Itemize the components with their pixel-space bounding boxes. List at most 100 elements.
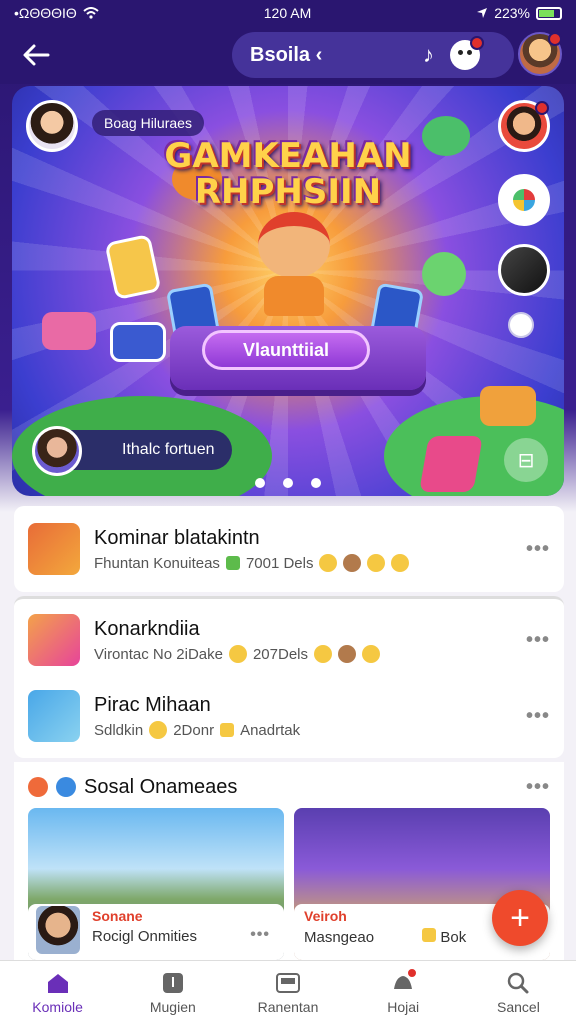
side-avatar-1[interactable]: [498, 100, 550, 152]
emoji-icon: [367, 554, 386, 572]
more-icon[interactable]: •••: [526, 538, 550, 561]
clock-text: 120 AM: [263, 5, 312, 21]
nav-item-notifications[interactable]: Hojai: [346, 961, 461, 1024]
carousel-dot-3[interactable]: [311, 478, 321, 488]
add-button[interactable]: +: [492, 890, 548, 946]
music-note-icon[interactable]: ♪: [423, 42, 434, 68]
item-sub-b: 207Dels: [252, 645, 309, 663]
nav-label: Mugien: [149, 998, 196, 1015]
list-item[interactable]: Konarkndiia Virontac No 2iDake 207Dels •…: [28, 611, 550, 669]
location-arrow-icon: [477, 8, 488, 18]
social-section: Sosal Onameaes ••• Sonane Rocigl Onmitie…: [14, 762, 564, 962]
banner-title-line2: RHPHSIIN: [194, 172, 382, 212]
deco-creature: [422, 252, 466, 296]
nav-item-gallery[interactable]: Ranentan: [230, 961, 345, 1024]
emoji-icon: [319, 554, 338, 572]
expand-icon: ⊟: [517, 449, 535, 472]
top-bar: Bsoila ‹ ♪: [0, 26, 576, 84]
gift-icon: [422, 928, 437, 942]
tile-subtitle: Rocigl Onmities: [92, 928, 198, 945]
nav-label: Hojai: [387, 998, 420, 1015]
tag-icon: [225, 556, 240, 570]
home-icon: [47, 973, 68, 993]
emoji-icon: [338, 645, 357, 663]
profile-badge: [548, 32, 562, 46]
item-title: Pirac Mihaan: [94, 694, 211, 716]
item-avatar: [28, 523, 80, 575]
deco-cake: [42, 312, 96, 350]
social-tile-1[interactable]: Sonane Rocigl Onmities •••: [28, 808, 284, 960]
mascot-head: [258, 212, 330, 278]
bottom-nav: Komiole Mugien Ranentan Hojai Sancel: [0, 960, 576, 1024]
search-icon: [508, 972, 529, 993]
item-sub-a: Sdldkin: [94, 721, 144, 739]
side-avatar-4[interactable]: [508, 312, 534, 338]
item-sub-a: Fhuntan Konuiteas: [94, 554, 220, 572]
nav-item-home[interactable]: Komiole: [0, 961, 115, 1024]
emoji-icon: [391, 554, 410, 572]
feed-card-2: Konarkndiia Virontac No 2iDake 207Dels •…: [14, 596, 564, 758]
item-sub-a: Virontac No 2iDake: [94, 645, 223, 663]
nav-label: Ranentan: [257, 998, 319, 1015]
more-icon[interactable]: •••: [526, 776, 550, 799]
side-avatar-3[interactable]: [498, 244, 550, 296]
list-item[interactable]: Pirac Mihaan Sdldkin 2Donr Anadrtak •••: [28, 687, 550, 745]
music-icon: [162, 972, 183, 993]
stage-button[interactable]: Vlaunttiial: [202, 330, 370, 370]
item-avatar: [28, 614, 80, 666]
back-button[interactable]: [14, 33, 58, 77]
tile-sub-text: Masngeao: [304, 929, 375, 946]
nav-item-music[interactable]: Mugien: [115, 961, 230, 1024]
live-avatar[interactable]: [32, 426, 82, 476]
nav-label: Sancel: [497, 998, 540, 1015]
plus-icon: +: [510, 898, 530, 937]
item-sub-b: 2Donr: [173, 721, 215, 739]
social-header: Sosal Onameaes •••: [28, 774, 550, 800]
item-title: Konarkndiia: [94, 618, 200, 640]
profile-avatar[interactable]: [518, 32, 562, 76]
item-sub-b: 7001 Dels: [245, 554, 314, 572]
battery-percent: 223%: [494, 5, 530, 21]
expand-button[interactable]: ⊟: [504, 438, 548, 482]
featured-banner[interactable]: Boag Hiluraes GAMKEAHAN RHPHSIIN Vlauntt…: [12, 86, 564, 496]
more-icon[interactable]: •••: [526, 705, 550, 728]
emoji-icon: [314, 645, 333, 663]
emoji-icon: [149, 721, 168, 739]
deco-chest: [480, 386, 536, 426]
nav-badge: [405, 967, 418, 979]
carousel-dot-1[interactable]: [255, 478, 265, 488]
item-avatar: [28, 690, 80, 742]
title-pill[interactable]: Bsoila ‹ ♪: [232, 32, 514, 78]
social-icon-1: [28, 777, 48, 797]
side-avatar-2[interactable]: [498, 174, 550, 226]
more-icon[interactable]: •••: [250, 926, 270, 944]
list-item[interactable]: Kominar blatakintn Fhuntan Konuiteas 700…: [28, 520, 550, 578]
banner-title-line1: GAMKEAHAN: [164, 136, 412, 176]
emoji-icon: [362, 645, 381, 663]
item-subtitle: Virontac No 2iDake 207Dels: [94, 645, 526, 663]
nav-item-search[interactable]: Sancel: [461, 961, 576, 1024]
item-subtitle: Sdldkin 2Donr Anadrtak: [94, 721, 526, 739]
carrier-text: •ΩΘΘΘIΘ: [14, 5, 77, 21]
emoji-icon: [343, 554, 362, 572]
social-icon-2: [56, 777, 76, 797]
host-chip[interactable]: Boag Hiluraes: [92, 110, 204, 136]
tile-avatar: [36, 906, 80, 954]
tile-count: Bok: [440, 929, 467, 946]
more-icon[interactable]: •••: [526, 629, 550, 652]
side-avatar-badge: [535, 101, 549, 115]
battery-icon: [536, 6, 562, 20]
notification-badge: [470, 36, 484, 50]
tag-icon: [220, 723, 235, 737]
mascot-character: [244, 206, 344, 316]
carousel-dot-2[interactable]: [283, 478, 293, 488]
mascot-body: [264, 276, 324, 316]
back-arrow-icon: [23, 44, 50, 66]
tile-tag: Sonane: [92, 908, 143, 924]
social-title: Sosal Onameaes: [84, 775, 238, 798]
banner-title: GAMKEAHAN RHPHSIIN: [12, 138, 564, 210]
gallery-icon: [276, 972, 300, 993]
nav-label: Komiole: [32, 998, 83, 1015]
item-subtitle: Fhuntan Konuiteas 7001 Dels: [94, 554, 526, 572]
item-title: Kominar blatakintn: [94, 527, 260, 549]
